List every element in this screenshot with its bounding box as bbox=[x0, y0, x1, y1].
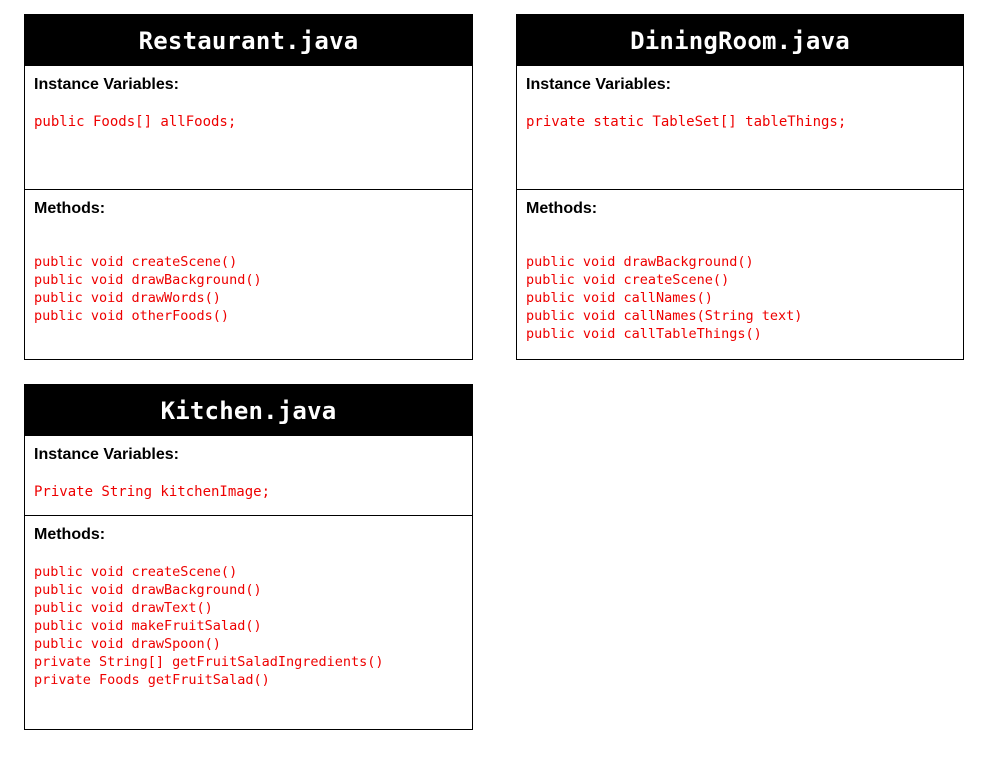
method-item: public void drawBackground() bbox=[526, 254, 754, 270]
method-item: public void drawText() bbox=[34, 600, 213, 616]
methods-list: public void drawBackground() public void… bbox=[526, 253, 954, 343]
methods-list: public void createScene() public void dr… bbox=[34, 253, 463, 325]
method-item: public void drawWords() bbox=[34, 290, 221, 306]
method-item: public void drawBackground() bbox=[34, 272, 262, 288]
method-item: public void otherFoods() bbox=[34, 308, 230, 324]
method-item: public void callNames() bbox=[526, 290, 713, 306]
class-card-kitchen: Kitchen.java Instance Variables: Private… bbox=[24, 384, 473, 730]
methods-section: Methods: public void createScene() publi… bbox=[25, 190, 472, 325]
method-item: private String[] getFruitSaladIngredient… bbox=[34, 654, 384, 670]
method-item: public void callNames(String text) bbox=[526, 308, 803, 324]
method-item: public void drawSpoon() bbox=[34, 636, 221, 652]
instance-variables-section: Instance Variables: public Foods[] allFo… bbox=[25, 66, 472, 190]
method-item: public void createScene() bbox=[526, 272, 730, 288]
method-item: public void makeFruitSalad() bbox=[34, 618, 262, 634]
instance-variables-heading: Instance Variables: bbox=[526, 76, 671, 93]
instance-variable: public Foods[] allFoods; bbox=[34, 114, 237, 130]
instance-variables-section: Instance Variables: Private String kitch… bbox=[25, 436, 472, 516]
class-title: DiningRoom.java bbox=[517, 15, 963, 66]
class-title: Kitchen.java bbox=[25, 385, 472, 436]
methods-section: Methods: public void createScene() publi… bbox=[25, 516, 472, 689]
instance-variables-section: Instance Variables: private static Table… bbox=[517, 66, 963, 190]
methods-heading: Methods: bbox=[34, 200, 106, 217]
methods-heading: Methods: bbox=[526, 200, 598, 217]
class-card-restaurant: Restaurant.java Instance Variables: publ… bbox=[24, 14, 473, 360]
instance-variables-heading: Instance Variables: bbox=[34, 446, 179, 463]
methods-heading: Methods: bbox=[34, 526, 106, 543]
instance-variable: Private String kitchenImage; bbox=[34, 484, 271, 500]
instance-variable: private static TableSet[] tableThings; bbox=[526, 114, 847, 130]
method-item: public void createScene() bbox=[34, 564, 238, 580]
class-title: Restaurant.java bbox=[25, 15, 472, 66]
class-card-diningroom: DiningRoom.java Instance Variables: priv… bbox=[516, 14, 964, 360]
method-item: private Foods getFruitSalad() bbox=[34, 672, 270, 688]
methods-section: Methods: public void drawBackground() pu… bbox=[517, 190, 963, 343]
method-item: public void callTableThings() bbox=[526, 326, 762, 342]
method-item: public void drawBackground() bbox=[34, 582, 262, 598]
methods-list: public void createScene() public void dr… bbox=[34, 563, 463, 689]
instance-variables-heading: Instance Variables: bbox=[34, 76, 179, 93]
method-item: public void createScene() bbox=[34, 254, 238, 270]
